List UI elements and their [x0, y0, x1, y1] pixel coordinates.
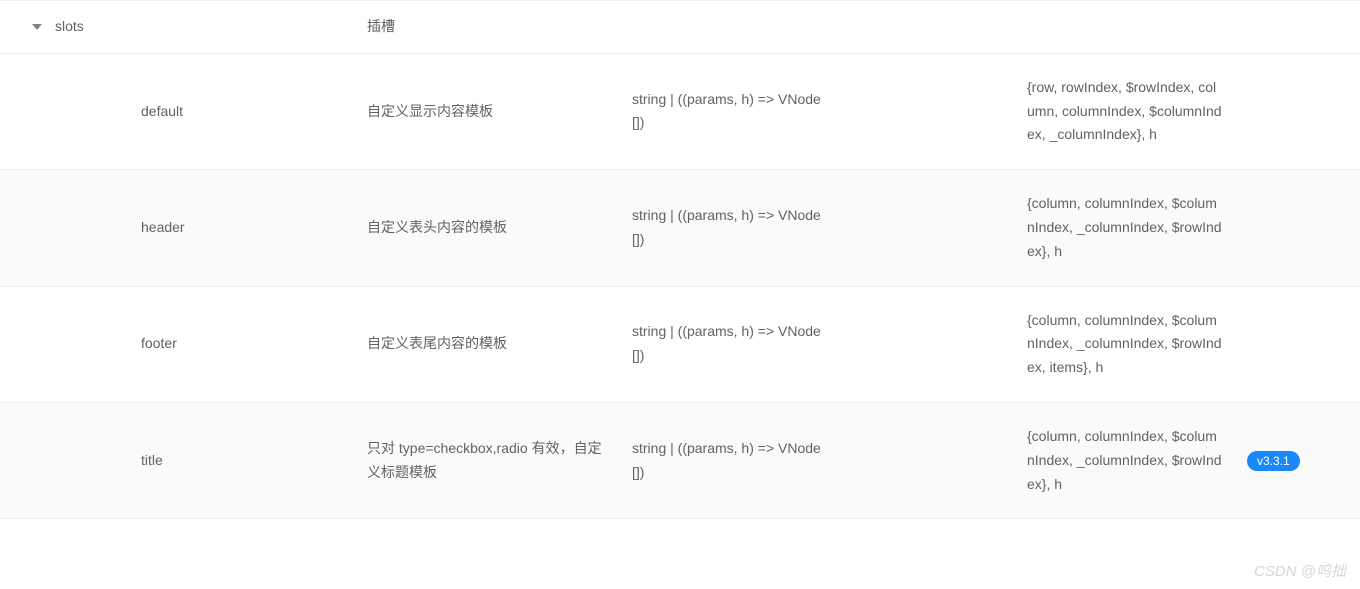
prop-params: {column, columnIndex, $columnIndex, _col…	[1015, 425, 1235, 496]
prop-desc: 自定义表头内容的模板	[355, 216, 620, 240]
prop-params: {row, rowIndex, $rowIndex, column, colum…	[1015, 76, 1235, 147]
expand-toggle[interactable]	[0, 24, 55, 30]
prop-name: title	[55, 449, 355, 473]
prop-name: header	[55, 216, 355, 240]
prop-name: slots	[55, 15, 355, 39]
prop-name: footer	[55, 332, 355, 356]
table-row[interactable]: title 只对 type=checkbox,radio 有效，自定义标题模板 …	[0, 403, 1360, 519]
version-badge: v3.3.1	[1247, 451, 1300, 471]
prop-desc: 自定义显示内容模板	[355, 100, 620, 124]
prop-desc: 自定义表尾内容的模板	[355, 332, 620, 356]
prop-params: {column, columnIndex, $columnIndex, _col…	[1015, 309, 1235, 380]
table-row[interactable]: default 自定义显示内容模板 string | ((params, h) …	[0, 54, 1360, 170]
prop-type: string | ((params, h) => VNode[])	[620, 437, 835, 485]
prop-type: string | ((params, h) => VNode[])	[620, 320, 835, 368]
table-row-slots[interactable]: slots 插槽	[0, 0, 1360, 54]
prop-desc: 插槽	[355, 15, 620, 39]
prop-type: string | ((params, h) => VNode[])	[620, 204, 835, 252]
api-table: slots 插槽 default 自定义显示内容模板 string | ((pa…	[0, 0, 1360, 519]
prop-version: v3.3.1	[1235, 451, 1330, 471]
prop-type: string | ((params, h) => VNode[])	[620, 88, 835, 136]
watermark: CSDN @呜拙	[1254, 560, 1346, 581]
prop-params: {column, columnIndex, $columnIndex, _col…	[1015, 192, 1235, 263]
table-row[interactable]: header 自定义表头内容的模板 string | ((params, h) …	[0, 170, 1360, 286]
chevron-down-icon	[32, 24, 42, 30]
table-row[interactable]: footer 自定义表尾内容的模板 string | ((params, h) …	[0, 287, 1360, 403]
prop-desc: 只对 type=checkbox,radio 有效，自定义标题模板	[355, 437, 620, 485]
prop-name: default	[55, 100, 355, 124]
